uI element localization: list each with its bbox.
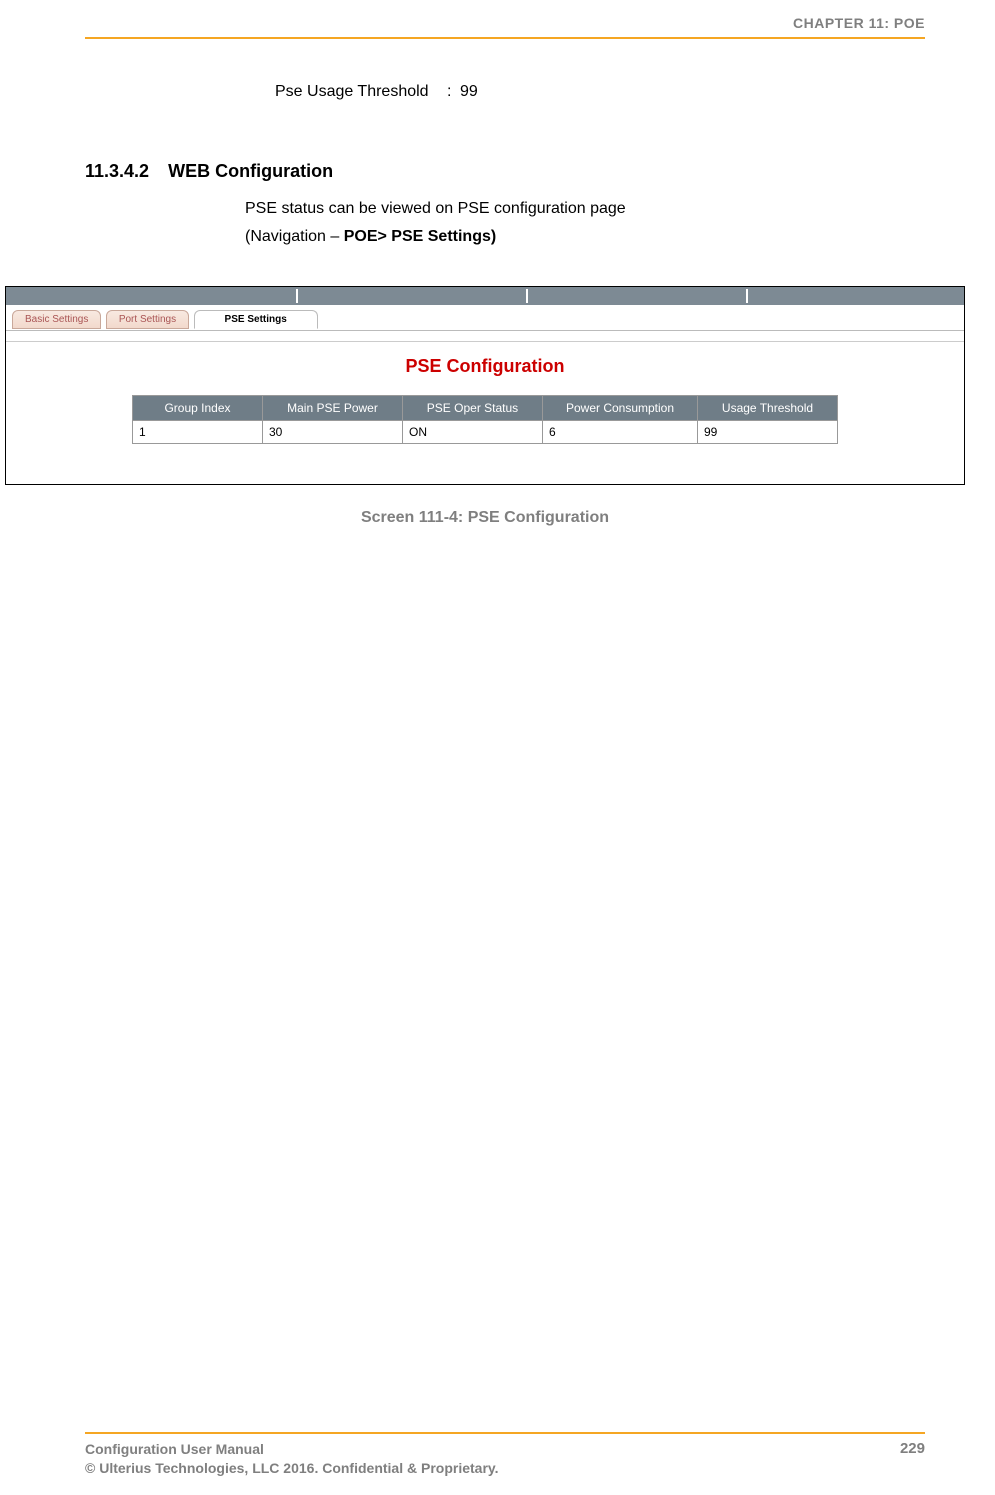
th-group-index: Group Index [133, 396, 263, 421]
td-usage-threshold: 99 [698, 421, 838, 444]
section-title: WEB Configuration [168, 161, 333, 181]
footer-rule [85, 1432, 925, 1434]
threshold-label: Pse Usage Threshold [275, 83, 429, 101]
threshold-value: 99 [460, 83, 478, 101]
pse-config-table: Group Index Main PSE Power PSE Oper Stat… [132, 395, 838, 444]
header-rule [85, 37, 925, 39]
table-header-row: Group Index Main PSE Power PSE Oper Stat… [133, 396, 838, 421]
nav-bold: POE> PSE Settings) [344, 228, 496, 245]
td-group-index: 1 [133, 421, 263, 444]
figure-topbar [6, 287, 964, 305]
page-number: 229 [900, 1440, 925, 1457]
td-power-consumption: 6 [543, 421, 698, 444]
th-usage-threshold: Usage Threshold [698, 396, 838, 421]
threshold-line: Pse Usage Threshold : 99 [275, 83, 925, 101]
td-main-pse-power: 30 [263, 421, 403, 444]
figure-pse-configuration: Basic Settings Port Settings PSE Setting… [5, 286, 965, 485]
section-body: PSE status can be viewed on PSE configur… [245, 200, 925, 218]
footer-copyright: © Ulterius Technologies, LLC 2016. Confi… [85, 1459, 499, 1479]
section-number: 11.3.4.2 [85, 161, 149, 182]
td-pse-oper-status: ON [403, 421, 543, 444]
nav-prefix: (Navigation – [245, 228, 344, 245]
page-footer: Configuration User Manual © Ulterius Tec… [85, 1432, 925, 1479]
section-heading: 11.3.4.2 WEB Configuration [85, 161, 925, 182]
pse-config-title: PSE Configuration [6, 341, 964, 395]
footer-manual-title: Configuration User Manual [85, 1440, 499, 1460]
tab-pse-settings[interactable]: PSE Settings [194, 310, 318, 329]
tab-port-settings[interactable]: Port Settings [106, 310, 189, 329]
figure-caption: Screen 111-4: PSE Configuration [5, 509, 965, 527]
tab-basic-settings[interactable]: Basic Settings [12, 310, 101, 329]
section-nav: (Navigation – POE> PSE Settings) [245, 228, 925, 246]
chapter-header: CHAPTER 11: POE [85, 15, 925, 37]
threshold-colon: : [447, 83, 451, 101]
th-power-consumption: Power Consumption [543, 396, 698, 421]
tabs-row: Basic Settings Port Settings PSE Setting… [6, 305, 964, 331]
table-row: 1 30 ON 6 99 [133, 421, 838, 444]
th-pse-oper-status: PSE Oper Status [403, 396, 543, 421]
th-main-pse-power: Main PSE Power [263, 396, 403, 421]
